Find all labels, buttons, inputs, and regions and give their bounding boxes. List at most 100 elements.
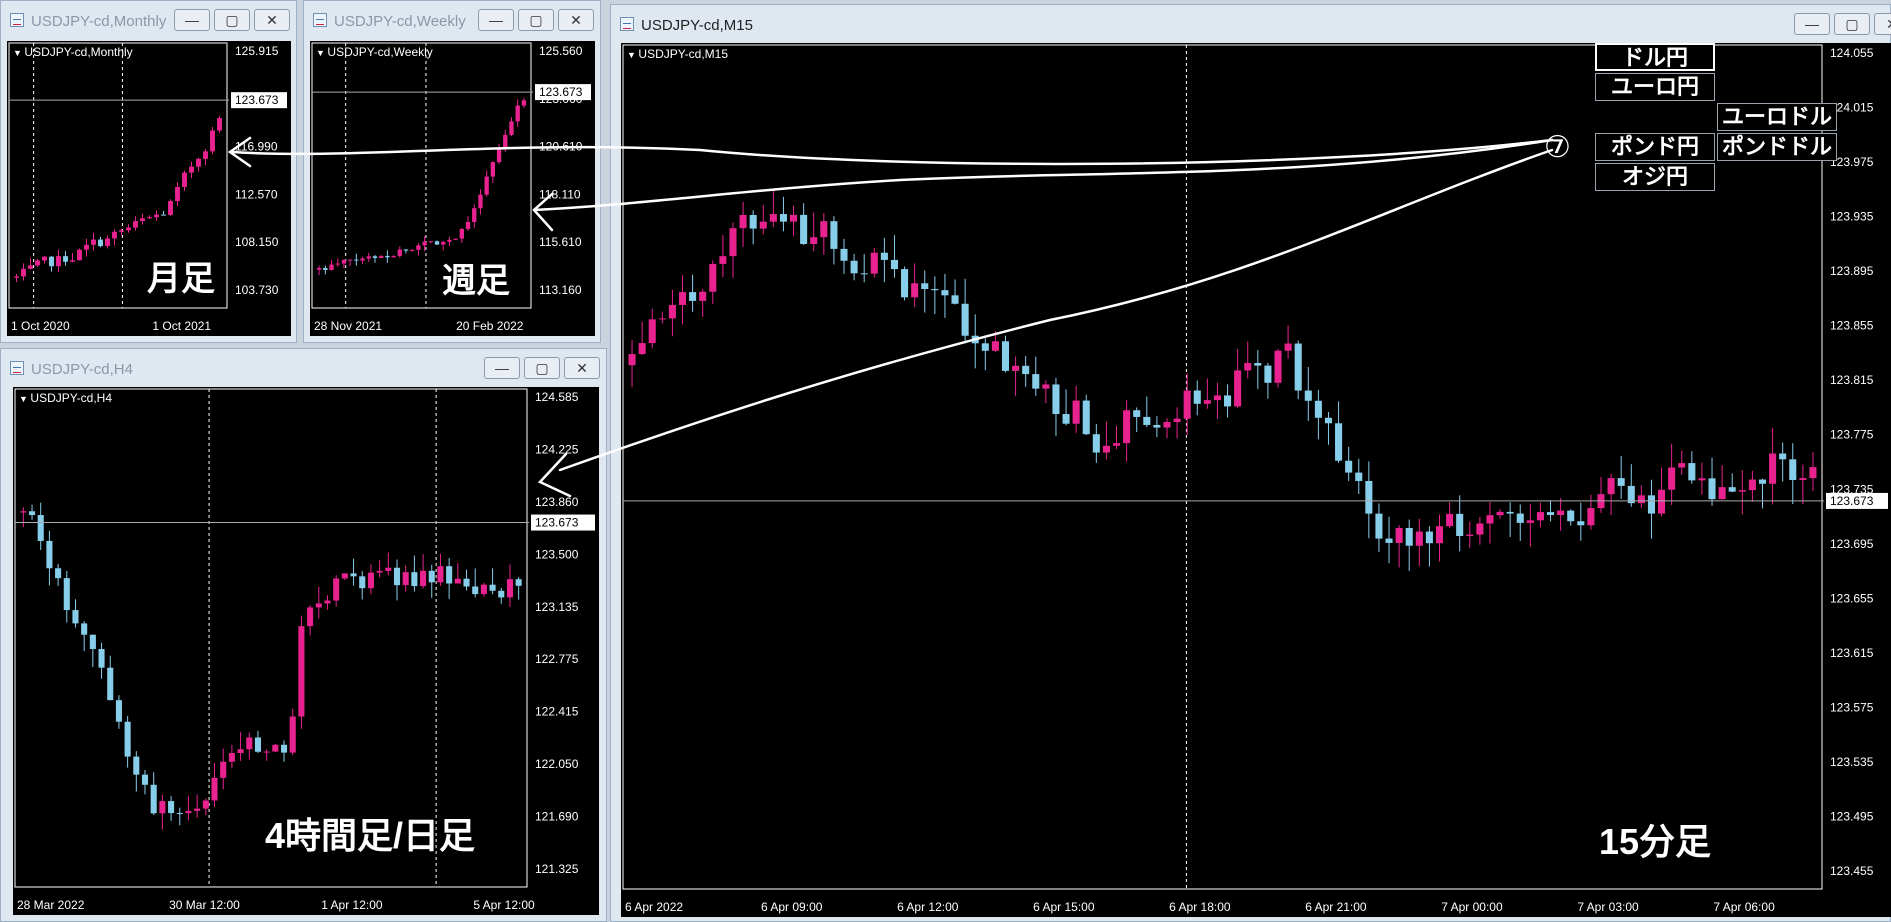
eurjpy-button[interactable]: ユーロ円: [1595, 73, 1715, 101]
usdjpy-button[interactable]: ドル円: [1595, 43, 1715, 71]
candle-body: [699, 291, 707, 301]
candle-body: [63, 256, 68, 262]
candle-body: [769, 214, 777, 222]
x-tick-label: 5 Apr 12:00: [473, 898, 535, 912]
candle-body: [42, 256, 47, 261]
restore-button[interactable]: ▢: [214, 9, 250, 31]
candle-body: [1355, 472, 1363, 481]
x-tick-label: 6 Apr 18:00: [1169, 900, 1231, 914]
candle-body: [37, 515, 44, 541]
weekly-chart[interactable]: 125.560123.060120.610118.110115.610113.1…: [310, 41, 595, 336]
m15-titlebar[interactable]: USDJPY-cd,M15 — ▢ ✕: [611, 5, 1891, 41]
candle-body: [678, 292, 687, 305]
candle-body: [237, 749, 244, 754]
close-button[interactable]: ✕: [1874, 13, 1891, 35]
h4-chart[interactable]: 124.585 124.225 123.860 123.500 123.135 122.7…: [13, 387, 599, 915]
candle-body: [1072, 400, 1080, 424]
close-button[interactable]: ✕: [254, 9, 290, 31]
y-tick-label: 125.915: [235, 44, 279, 58]
candle-body: [1809, 467, 1817, 479]
y-tick-label: 116.990: [235, 140, 278, 154]
minimize-button[interactable]: —: [174, 9, 210, 31]
candle-body: [1456, 513, 1464, 536]
y-tick-label: 120.610: [539, 140, 583, 154]
candle-body: [366, 256, 371, 259]
window-title: USDJPY-cd,H4: [31, 361, 133, 378]
candle-body: [55, 568, 62, 579]
candle-body: [402, 572, 409, 586]
candle-body: [1789, 459, 1797, 481]
candle-body: [1274, 350, 1282, 383]
price-label: 123.673: [1830, 494, 1874, 508]
candle-body: [465, 222, 471, 229]
candle-body: [72, 610, 79, 624]
close-button[interactable]: ✕: [558, 9, 594, 31]
eurusd-button[interactable]: ユーロドル: [1717, 103, 1837, 131]
candle-body: [790, 214, 798, 222]
window-title: USDJPY-cd,Weekly: [334, 13, 466, 30]
candle-body: [185, 810, 192, 814]
candle-body: [280, 744, 288, 753]
candle-body: [1224, 395, 1232, 407]
m15-chart[interactable]: 124.055 124.015 123.975 123.935 123.895 123.8…: [621, 43, 1891, 917]
x-tick-label: 7 Apr 03:00: [1577, 900, 1639, 914]
gbpusd-button[interactable]: ポンドドル: [1717, 133, 1837, 161]
window-title: USDJPY-cd,Monthly: [31, 13, 167, 30]
monthly-titlebar[interactable]: USDJPY-cd,Monthly — ▢ ✕: [1, 1, 296, 37]
candle-body: [175, 186, 180, 202]
candle-body: [1728, 487, 1736, 492]
candle-body: [709, 263, 717, 292]
candle-body: [176, 813, 183, 815]
restore-button[interactable]: ▢: [1834, 13, 1870, 35]
minimize-button[interactable]: —: [478, 9, 514, 31]
candle-body: [333, 578, 340, 601]
candle-body: [217, 118, 222, 131]
candle-body: [521, 100, 527, 106]
candle-body: [1032, 374, 1040, 389]
candle-body: [1647, 495, 1655, 514]
candle-body: [1446, 513, 1454, 527]
restore-button[interactable]: ▢: [524, 357, 560, 379]
monthly-chart[interactable]: 125.915121.495116.990112.570108.150103.7…: [7, 41, 291, 336]
candle-body: [1012, 365, 1020, 371]
candle-body: [168, 201, 173, 215]
y-tick-label: 112.570: [235, 187, 278, 201]
candle-body: [211, 777, 218, 801]
candle-body: [1294, 343, 1302, 391]
candle-body: [289, 716, 296, 753]
gbpjpy-button[interactable]: ポンド円: [1595, 133, 1715, 161]
candle-body: [749, 214, 757, 229]
candle-body: [890, 259, 899, 270]
candle-body: [447, 239, 452, 242]
candle-body: [1476, 523, 1484, 535]
candle-body: [203, 151, 208, 159]
y-tick-label: 123.655: [1830, 591, 1874, 605]
candle-body: [228, 753, 235, 762]
candle-body: [437, 566, 444, 583]
candle-body: [354, 259, 359, 261]
candle-body: [931, 289, 939, 291]
candle-body: [323, 268, 328, 270]
candle-body: [1779, 453, 1787, 460]
minimize-button[interactable]: —: [1794, 13, 1830, 35]
minimize-button[interactable]: —: [484, 357, 520, 379]
candle-body: [478, 194, 483, 209]
chart-window-icon: [620, 17, 634, 31]
chart-symbol-label: USDJPY-cd,Monthly: [13, 45, 132, 59]
candle-body: [1335, 423, 1343, 461]
audjpy-button[interactable]: オジ円: [1595, 163, 1715, 191]
candle-body: [1405, 527, 1413, 546]
candle-body: [20, 511, 27, 513]
candle-body: [509, 121, 514, 135]
candle-body: [441, 241, 446, 245]
candle-body: [316, 268, 322, 270]
restore-button[interactable]: ▢: [518, 9, 554, 31]
candle-body: [378, 255, 384, 258]
candle-body: [1658, 489, 1666, 514]
candle-body: [1516, 513, 1524, 523]
weekly-titlebar[interactable]: USDJPY-cd,Weekly — ▢ ✕: [304, 1, 600, 37]
h4-titlebar[interactable]: USDJPY-cd,H4 — ▢ ✕: [1, 349, 606, 385]
close-button[interactable]: ✕: [564, 357, 600, 379]
x-tick-label: 7 Apr 00:00: [1441, 900, 1503, 914]
candle-body: [77, 249, 82, 261]
